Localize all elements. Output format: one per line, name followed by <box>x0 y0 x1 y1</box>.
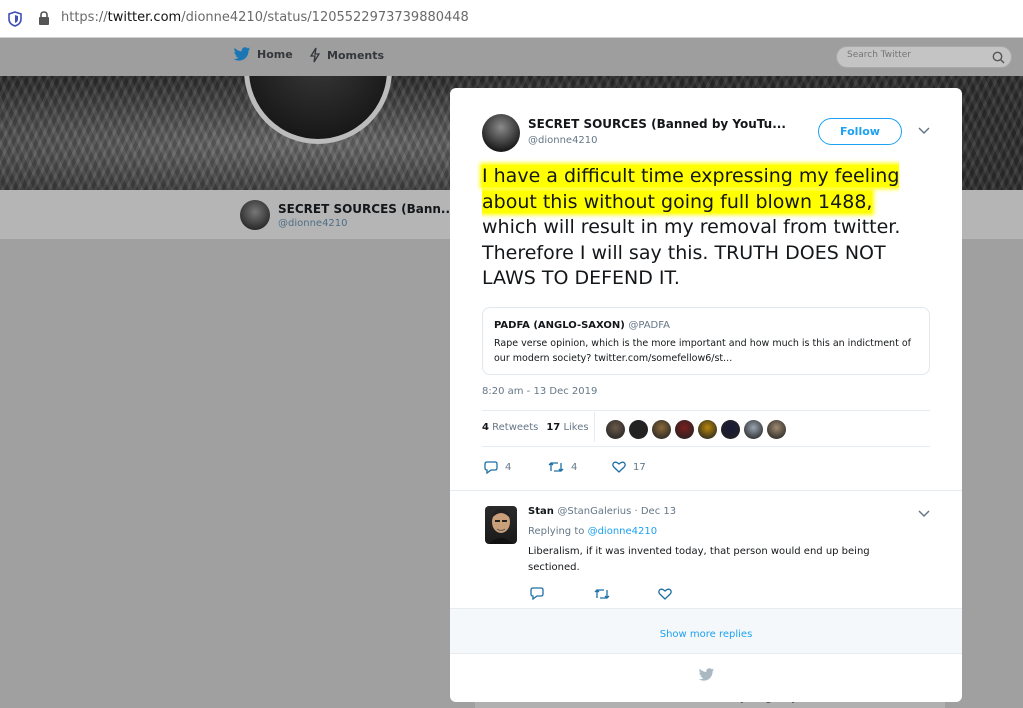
tweet-timestamp[interactable]: 8:20 am - 13 Dec 2019 <box>482 386 597 397</box>
retweets-label[interactable]: Retweets <box>492 422 538 433</box>
nav-home[interactable]: Home <box>233 47 293 62</box>
like-count: 17 <box>633 461 646 473</box>
highlighted-text: I have a difficult time expressing my fe… <box>482 165 900 213</box>
show-more-replies-button[interactable]: Show more replies <box>450 608 962 654</box>
author-avatar[interactable] <box>482 114 520 152</box>
replying-to-handle[interactable]: @dionne4210 <box>588 526 658 537</box>
author-name[interactable]: SECRET SOURCES (Banned by YouTu... <box>528 117 786 131</box>
profile-name[interactable]: SECRET SOURCES (Bann... <box>278 202 455 216</box>
liker-avatar[interactable] <box>698 420 717 439</box>
tweet-text: I have a difficult time expressing my fe… <box>482 164 930 292</box>
reply-author[interactable]: Stan @StanGalerius · Dec 13 <box>528 506 676 517</box>
liker-avatar[interactable] <box>744 420 763 439</box>
liker-avatar[interactable] <box>721 420 740 439</box>
retweets-count[interactable]: 4 <box>482 422 489 433</box>
url-text[interactable]: https://twitter.com/dionne4210/status/12… <box>61 10 469 25</box>
retweet-action[interactable]: 4 <box>548 461 577 473</box>
lightning-bolt-icon <box>309 47 321 63</box>
search-icon[interactable] <box>992 51 1005 64</box>
browser-address-bar[interactable]: https://twitter.com/dionne4210/status/12… <box>0 0 1023 38</box>
url-domain: twitter.com <box>107 10 182 25</box>
nav-home-label: Home <box>257 48 293 61</box>
profile-avatar-small[interactable] <box>240 200 270 230</box>
tweet-text-rest: which will result in my removal from twi… <box>482 216 901 289</box>
quote-author: PADFA (ANGLO-SAXON) @PADFA <box>494 320 670 331</box>
retweet-count: 4 <box>571 461 578 473</box>
tweet-stats: 4 Retweets 17 Likes <box>482 422 589 433</box>
like-action[interactable]: 17 <box>612 461 646 473</box>
twitter-bird-icon <box>233 47 251 61</box>
reply-text: Liberalism, if it was invented today, th… <box>528 546 870 573</box>
divider <box>482 446 930 447</box>
liker-avatar[interactable] <box>606 420 625 439</box>
profile-avatar-large <box>244 76 392 144</box>
nav-moments[interactable]: Moments <box>309 47 384 63</box>
retweet-icon <box>548 462 564 472</box>
nav-moments-label: Moments <box>327 48 385 62</box>
quote-author-handle: @PADFA <box>628 320 670 331</box>
tracking-protection-shield-icon[interactable] <box>8 11 22 27</box>
url-path: /dionne4210/status/1205522973739880448 <box>181 10 469 25</box>
divider <box>450 490 962 491</box>
chevron-down-icon[interactable] <box>918 127 930 135</box>
replying-to: Replying to @dionne4210 <box>528 526 657 537</box>
divider <box>482 410 930 411</box>
reply-heart-icon[interactable] <box>658 588 672 600</box>
likes-count[interactable]: 17 <box>546 422 560 433</box>
quote-author-name: PADFA (ANGLO-SAXON) <box>494 320 625 331</box>
reply-retweet-icon[interactable] <box>594 588 610 600</box>
author-handle[interactable]: @dionne4210 <box>528 135 598 146</box>
quote-text: Rape verse opinion, which is the more im… <box>494 338 911 364</box>
stats-separator <box>594 412 595 442</box>
reply-icon <box>484 461 498 474</box>
liker-avatar[interactable] <box>629 420 648 439</box>
search-box[interactable] <box>836 46 1012 68</box>
url-prefix: https:// <box>61 10 108 25</box>
search-input[interactable] <box>847 50 987 60</box>
quoted-tweet[interactable]: PADFA (ANGLO-SAXON) @PADFA Rape verse op… <box>482 307 930 375</box>
tweet-modal: SECRET SOURCES (Banned by YouTu... @dion… <box>450 88 962 702</box>
replying-to-label: Replying to <box>528 526 585 537</box>
twitter-bird-footer-icon <box>698 668 715 681</box>
likes-label[interactable]: Likes <box>563 422 588 433</box>
liker-avatar[interactable] <box>675 420 694 439</box>
reply-author-name: Stan <box>528 506 554 517</box>
liker-avatar[interactable] <box>652 420 671 439</box>
reply-author-meta: @StanGalerius · Dec 13 <box>557 506 677 517</box>
reply-reply-icon[interactable] <box>530 587 544 600</box>
profile-handle[interactable]: @dionne4210 <box>278 218 348 229</box>
reply-author-avatar[interactable] <box>485 506 517 544</box>
twitter-top-nav: Home Moments <box>0 38 1023 76</box>
reply-action[interactable]: 4 <box>484 461 511 474</box>
follow-button[interactable]: Follow <box>818 118 902 145</box>
reply-chevron-down-icon[interactable] <box>918 510 930 518</box>
heart-icon <box>612 461 626 473</box>
reply-count: 4 <box>505 462 512 473</box>
liker-avatar[interactable] <box>767 420 786 439</box>
secure-lock-icon[interactable] <box>37 10 51 26</box>
reply-avatar-portrait <box>489 509 513 544</box>
